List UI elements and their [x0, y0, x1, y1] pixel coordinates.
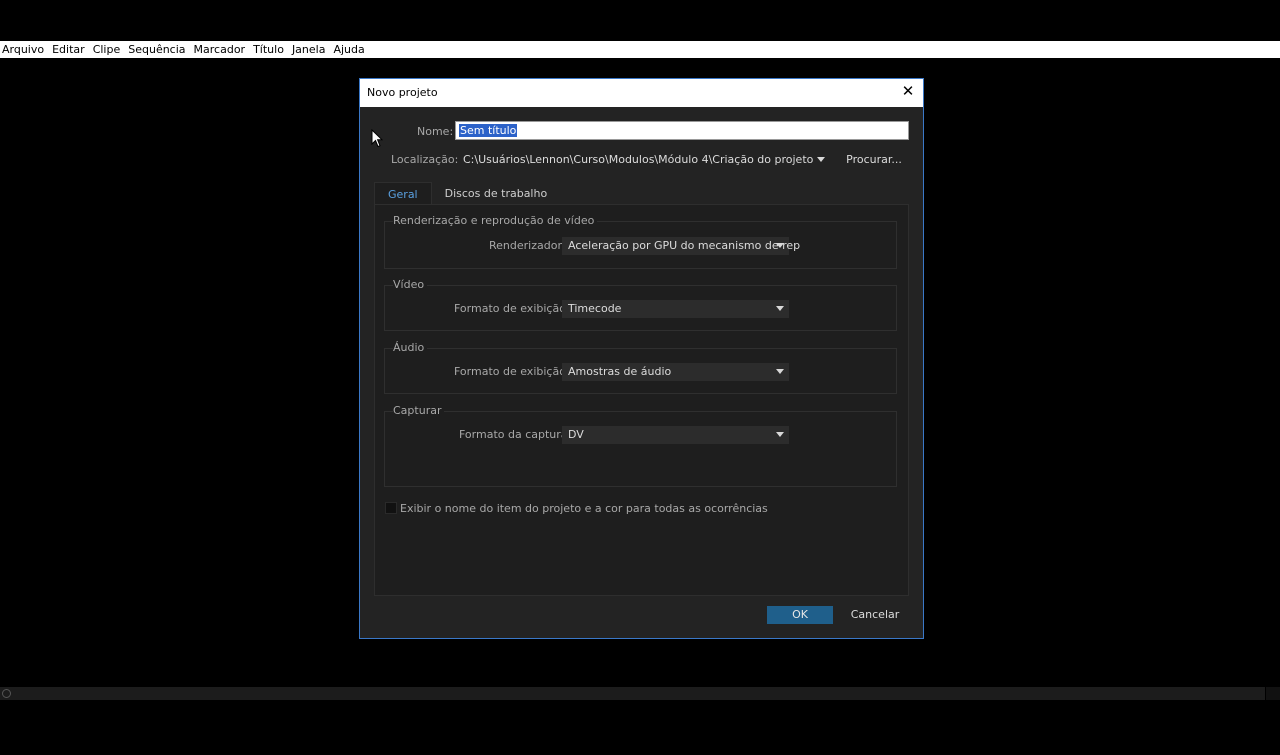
video-format-dropdown[interactable]: Timecode: [562, 300, 789, 318]
capture-format-dropdown[interactable]: DV: [562, 426, 789, 444]
dialog-titlebar: Novo projeto ✕: [360, 79, 923, 107]
location-value: C:\Usuários\Lennon\Curso\Modulos\Módulo …: [463, 153, 814, 166]
audio-format-value: Amostras de áudio: [568, 365, 672, 378]
capture-format-value: DV: [568, 428, 584, 441]
chevron-down-icon: [776, 243, 784, 248]
chevron-down-icon: [776, 369, 784, 374]
chevron-down-icon: [776, 306, 784, 311]
location-dropdown[interactable]: C:\Usuários\Lennon\Curso\Modulos\Módulo …: [455, 151, 831, 169]
location-label: Localização:: [391, 153, 459, 166]
render-group-title: Renderização e reprodução de vídeo: [393, 214, 598, 227]
menu-janela[interactable]: Janela: [290, 43, 332, 56]
tab-discos-de-trabalho[interactable]: Discos de trabalho: [431, 182, 561, 206]
video-group-title: Vídeo: [393, 278, 428, 291]
tab-geral[interactable]: Geral: [374, 182, 432, 206]
status-bar-end: [1266, 687, 1280, 700]
audio-format-dropdown[interactable]: Amostras de áudio: [562, 363, 789, 381]
new-project-dialog: Novo projeto ✕ Nome: Sem título Localiza…: [359, 78, 924, 639]
video-group: Vídeo Formato de exibição: Timecode: [384, 278, 897, 331]
menu-ajuda[interactable]: Ajuda: [331, 43, 370, 56]
tab-bar: Geral Discos de trabalho: [374, 182, 561, 206]
render-group: Renderização e reprodução de vídeo Rende…: [384, 214, 897, 269]
status-bar: [0, 687, 1265, 700]
video-format-value: Timecode: [568, 302, 622, 315]
dialog-title: Novo projeto: [367, 86, 438, 99]
chevron-down-icon: [817, 157, 825, 162]
menu-marcador[interactable]: Marcador: [192, 43, 252, 56]
tab-panel-geral: Renderização e reprodução de vídeo Rende…: [374, 204, 909, 596]
show-item-name-checkbox[interactable]: [385, 502, 397, 514]
menu-arquivo[interactable]: Arquivo: [0, 43, 50, 56]
status-icon: [2, 689, 11, 698]
renderer-dropdown[interactable]: Aceleração por GPU do mecanismo de rep: [562, 237, 800, 255]
capture-format-label: Formato da captura:: [459, 428, 572, 441]
menu-editar[interactable]: Editar: [50, 43, 91, 56]
menu-bar: Arquivo Editar Clipe Sequência Marcador …: [0, 41, 1280, 58]
show-item-name-label: Exibir o nome do item do projeto e a cor…: [400, 502, 768, 515]
name-label: Nome:: [417, 125, 454, 138]
renderer-value: Aceleração por GPU do mecanismo de rep: [568, 239, 801, 252]
ok-button[interactable]: OK: [767, 606, 833, 624]
project-name-input[interactable]: Sem título: [455, 121, 909, 140]
menu-sequencia[interactable]: Sequência: [126, 43, 191, 56]
chevron-down-icon: [776, 432, 784, 437]
browse-button[interactable]: Procurar...: [840, 151, 908, 169]
video-format-label: Formato de exibição:: [454, 302, 570, 315]
audio-group-title: Áudio: [393, 341, 428, 354]
project-name-value: Sem título: [459, 124, 518, 137]
menu-titulo[interactable]: Título: [251, 43, 290, 56]
capture-group-title: Capturar: [393, 404, 445, 417]
renderer-label: Renderizador:: [489, 239, 566, 252]
menu-clipe[interactable]: Clipe: [91, 43, 127, 56]
audio-group: Áudio Formato de exibição: Amostras de á…: [384, 341, 897, 394]
capture-group: Capturar Formato da captura: DV: [384, 404, 897, 487]
audio-format-label: Formato de exibição:: [454, 365, 570, 378]
close-icon[interactable]: ✕: [901, 84, 915, 99]
cancel-button[interactable]: Cancelar: [843, 606, 907, 624]
